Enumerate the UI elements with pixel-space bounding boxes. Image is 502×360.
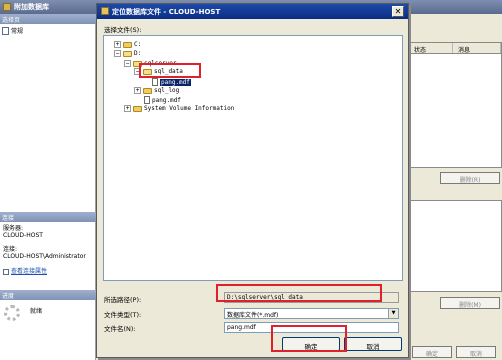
expand-icon[interactable]: + — [114, 41, 121, 48]
chevron-down-icon[interactable]: ▼ — [388, 309, 398, 318]
highlight-selected-path — [216, 284, 382, 302]
folder-icon — [123, 41, 132, 48]
page-icon — [2, 26, 9, 35]
progress-header: 进度 — [0, 290, 96, 300]
collapse-icon[interactable]: − — [114, 50, 121, 57]
connection-header: 连接 — [0, 212, 96, 222]
tree-node-sql-log[interactable]: + sql_log — [134, 87, 179, 94]
view-connection-properties[interactable]: 查看连接属性 — [3, 268, 47, 275]
tree-node-pang-mdf[interactable]: pang.mdf — [144, 96, 181, 104]
connection-label: 连接: — [3, 246, 18, 253]
close-button[interactable]: ✕ — [392, 6, 404, 17]
page-item-general[interactable]: 常规 — [2, 26, 23, 35]
tree-node-pang-mdf-selected[interactable]: pang.mdf — [152, 78, 191, 86]
file-type-value: 数据库文件(*.mdf) — [227, 312, 279, 319]
tree-label: 选择文件(S): — [104, 26, 142, 34]
page-item-label: 常规 — [11, 28, 24, 35]
folder-icon — [133, 105, 142, 112]
connection-value: CLOUD-HOST\Administrator — [3, 253, 86, 260]
collapse-icon[interactable]: − — [124, 60, 131, 67]
grid-column-message[interactable]: 消息 — [453, 43, 501, 54]
progress-spinner-icon — [4, 305, 20, 321]
dialog-title-bar: 定位数据库文件 - CLOUD-HOST — [97, 4, 408, 19]
tree-node-c-drive[interactable]: + C: — [114, 41, 141, 48]
properties-icon — [3, 268, 9, 275]
expand-icon[interactable]: + — [124, 105, 131, 112]
server-label: 服务器: — [3, 225, 24, 232]
folder-icon — [143, 87, 152, 94]
progress-status: 就绪 — [30, 308, 43, 315]
mdf-file-icon — [144, 96, 150, 104]
background-window-title: 附加数据库 — [14, 3, 49, 11]
file-name-label: 文件名(N): — [104, 325, 136, 333]
grid-column-status[interactable]: 状态 — [409, 43, 453, 54]
remove-detail-button[interactable]: 删除(M) — [440, 297, 500, 309]
view-connection-link[interactable]: 查看连接属性 — [11, 268, 47, 275]
cancel-button[interactable]: 取消 — [344, 337, 402, 351]
tree-node-label: C: — [134, 41, 142, 48]
file-type-select[interactable]: 数据库文件(*.mdf) ▼ — [224, 308, 399, 319]
tree-node-system-volume-information[interactable]: + System Volume Information — [124, 105, 234, 112]
highlight-selected-file — [139, 63, 201, 78]
dialog-title: 定位数据库文件 - CLOUD-HOST — [112, 8, 221, 16]
expand-icon[interactable]: + — [134, 87, 141, 94]
tree-node-label: pang.mdf — [152, 96, 181, 104]
background-cancel-button[interactable]: 取消 — [456, 346, 496, 358]
highlight-ok-button — [271, 325, 347, 352]
dialog-app-icon — [101, 7, 109, 15]
tree-node-label: D: — [134, 50, 142, 57]
file-type-label: 文件类型(T): — [104, 311, 142, 319]
remove-button[interactable]: 删除(R) — [440, 172, 500, 184]
details-grid[interactable] — [408, 200, 502, 292]
tree-node-label: pang.mdf — [160, 78, 191, 86]
tree-node-d-drive[interactable]: − D: — [114, 50, 141, 57]
databases-grid[interactable]: 状态 消息 — [408, 42, 502, 168]
background-ok-button[interactable]: 确定 — [412, 346, 452, 358]
select-page-header: 选择页 — [0, 14, 96, 24]
tree-node-label: System Volume Information — [144, 105, 235, 112]
mdf-file-icon — [152, 78, 158, 86]
selected-path-label: 所选路径(P): — [104, 296, 142, 304]
tree-node-label: sql_log — [154, 87, 180, 94]
folder-icon — [123, 50, 132, 57]
grid-header: 状态 消息 — [409, 43, 501, 54]
background-left-panel: 选择页 常规 连接 服务器: CLOUD-HOST 连接: CLOUD-HOST… — [0, 14, 96, 360]
server-value: CLOUD-HOST — [3, 232, 43, 239]
locate-database-file-dialog: 定位数据库文件 - CLOUD-HOST ✕ 选择文件(S): + C: − D… — [96, 3, 409, 358]
database-icon — [3, 3, 11, 11]
